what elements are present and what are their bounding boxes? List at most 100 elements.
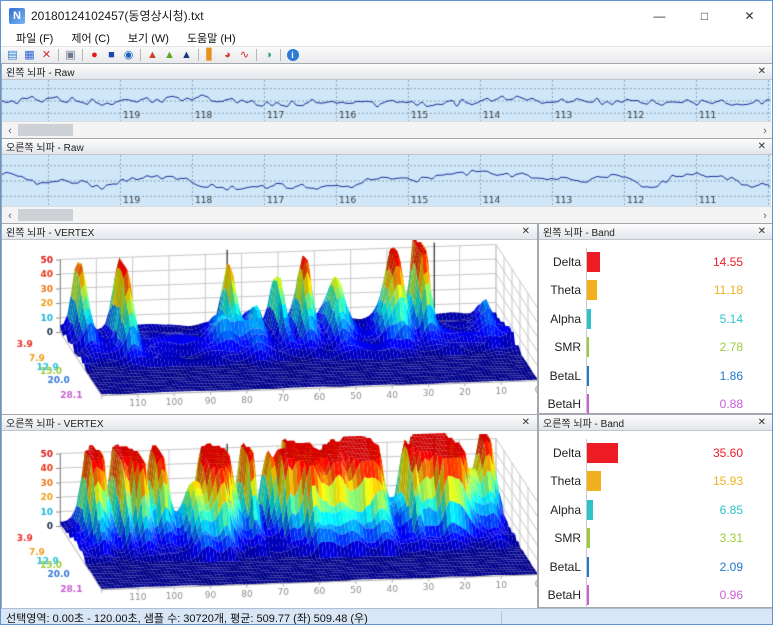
band-label: Delta [552,445,581,460]
band-bar [587,394,589,414]
scroll-track[interactable] [18,122,757,139]
minimize-button[interactable]: — [637,1,682,30]
band-row-alpha: Alpha 5.14 [539,304,772,333]
left-vertex-panel-titlebar: 왼쪽 뇌파 - VERTEX ✕ [2,224,537,240]
stop-icon-glyph: ■ [108,49,115,61]
left-band-chart: Delta 14.55 Theta 11.18 Alpha 5.14 SMR 2.78 Beta… [539,240,772,429]
scroll-thumb[interactable] [18,209,73,221]
band-label: Delta [552,254,581,269]
open-file-icon-glyph: ▤ [7,49,18,61]
menu-item[interactable]: 파일 (F) [7,30,62,46]
close-button[interactable]: ✕ [727,1,772,30]
scroll-left-arrow[interactable]: ‹ [2,125,18,137]
band-row-delta: Delta 35.60 [539,438,772,467]
stop-icon[interactable]: ■ [103,48,120,62]
band-label: Alpha [550,311,581,326]
band-value: 3.31 [719,531,743,545]
toolbar-separator [140,49,141,61]
band-label: Theta [550,283,581,297]
timer-icon[interactable]: ◉ [120,48,137,62]
panel-title: 왼쪽 뇌파 - Raw [6,68,75,79]
application-window: N 20180124102457(동영상시청).txt — □ ✕ 파일 (F)… [0,0,773,625]
scroll-thumb[interactable] [18,124,73,136]
maximize-button[interactable]: □ [682,1,727,30]
close-file-icon[interactable]: ✕ [38,48,55,62]
band-bar [587,337,590,357]
record-icon-glyph: ● [91,49,98,61]
band-value: 1.86 [719,368,743,383]
band-bar [587,442,618,463]
status-bar: 선택영역: 0.00초 - 120.00초, 샘플 수: 30720개, 평균:… [1,608,772,625]
panel-close-icon[interactable]: ✕ [755,141,769,152]
sphere-chart-icon-glyph: ◑ [265,49,272,61]
print-icon[interactable]: ▣ [62,48,79,62]
menu-item[interactable]: 보기 (W) [119,30,178,46]
sphere-chart-icon[interactable]: ◑ [260,48,277,62]
left-band-panel-titlebar: 왼쪽 뇌파 - Band ✕ [539,224,772,240]
panel-title: 오른쪽 뇌파 - Band [543,419,625,430]
status-text: 선택영역: 0.00초 - 120.00초, 샘플 수: 30720개, 평균:… [6,613,368,625]
panel-close-icon[interactable]: ✕ [519,226,533,237]
right-band-panel: 오른쪽 뇌파 - Band ✕ Delta 35.60 Theta 15.93 Alph… [538,414,772,613]
band-label: Theta [550,474,581,488]
line-chart-icon[interactable]: ∿ [236,48,253,62]
panel-close-icon[interactable]: ✕ [755,226,769,237]
left-raw-scrollbar[interactable]: ‹ › [2,121,772,139]
panel-title: 왼쪽 뇌파 - Band [543,228,615,239]
menu-item[interactable]: 도움말 (H) [178,30,245,46]
panel-title: 오른쪽 뇌파 - VERTEX [6,419,104,430]
toolbar-separator [198,49,199,61]
left-band-panel: 왼쪽 뇌파 - Band ✕ Delta 14.55 Theta 11.18 Alpha… [538,223,772,419]
band-value: 2.09 [719,559,743,574]
menu-item[interactable]: 제어 (C) [62,30,119,46]
scroll-track[interactable] [18,207,757,224]
scroll-left-arrow[interactable]: ‹ [2,210,18,222]
left-raw-panel: 왼쪽 뇌파 - Raw ✕ ‹ › [1,63,772,139]
right-raw-panel-titlebar: 오른쪽 뇌파 - Raw ✕ [2,139,772,155]
band-label: SMR [554,340,581,354]
status-divider [501,611,502,624]
band-label: Alpha [550,502,581,517]
bar-chart-icon[interactable]: ▋ [202,48,219,62]
title-bar: N 20180124102457(동영상시청).txt — □ ✕ [1,1,772,30]
print-icon-glyph: ▣ [65,49,76,61]
right-vertex-surface-chart [2,431,537,608]
band-label: SMR [554,531,581,545]
scroll-right-arrow[interactable]: › [757,125,772,137]
about-icon[interactable]: i [284,48,301,62]
pie-chart-icon[interactable]: ◕ [219,48,236,62]
panel-close-icon[interactable]: ✕ [755,66,769,77]
window-controls: — □ ✕ [637,1,772,30]
line-chart-icon-glyph: ∿ [239,49,250,61]
about-icon-glyph: i [286,49,299,61]
band-value: 5.14 [719,311,743,326]
band-value: 0.96 [719,588,743,602]
panel-title: 왼쪽 뇌파 - VERTEX [6,228,95,239]
band-row-betal: BetaL 2.09 [539,552,772,581]
band-value: 11.18 [713,283,743,297]
record-icon[interactable]: ● [86,48,103,62]
timer-icon-glyph: ◉ [123,49,134,61]
band-value: 35.60 [712,445,743,460]
band-value: 15.93 [712,474,743,488]
band-row-betal: BetaL 1.86 [539,361,772,390]
band-row-smr: SMR 3.31 [539,524,772,553]
band-bar [587,471,601,491]
band-row-theta: Theta 15.93 [539,467,772,496]
save-file-icon-glyph: ▦ [24,49,35,61]
right-raw-scrollbar[interactable]: ‹ › [2,206,772,224]
right-vertex-panel: 오른쪽 뇌파 - VERTEX ✕ [1,414,538,608]
spectrum-chart-green-icon[interactable]: ▲ [161,48,178,62]
left-raw-panel-titlebar: 왼쪽 뇌파 - Raw ✕ [2,64,772,80]
save-file-icon[interactable]: ▦ [21,48,38,62]
open-file-icon[interactable]: ▤ [4,48,21,62]
spectrum-chart-red-icon[interactable]: ▲ [144,48,161,62]
scroll-right-arrow[interactable]: › [757,210,772,222]
spectrum-chart-dark-icon-glyph: ▲ [181,49,192,61]
panel-close-icon[interactable]: ✕ [519,417,533,428]
panel-close-icon[interactable]: ✕ [755,417,769,428]
app-icon: N [9,7,25,24]
spectrum-chart-dark-icon[interactable]: ▲ [178,48,195,62]
spectrum-chart-green-icon-glyph: ▲ [164,49,175,61]
band-label: BetaH [547,588,581,602]
